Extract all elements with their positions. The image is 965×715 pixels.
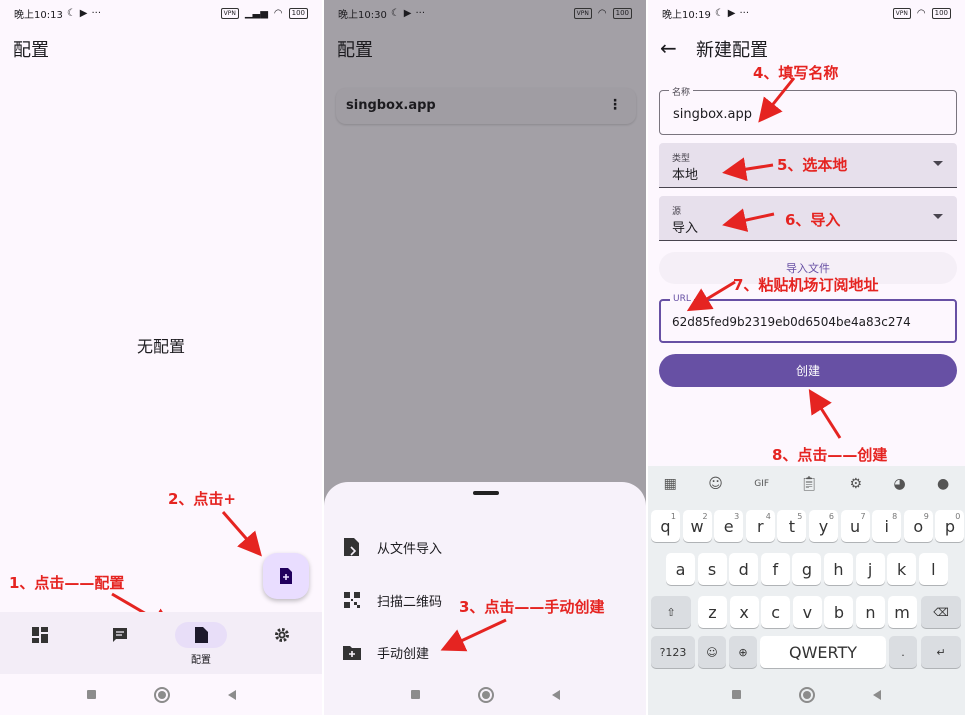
file-add-icon [280,568,292,584]
annotation-arrows [111,511,262,632]
system-navigation [0,674,322,715]
nav-profiles-label: 配置 [191,655,211,666]
home-button[interactable] [799,686,815,703]
arrow-to-source [722,208,775,232]
annotation-arrows [440,618,507,652]
home-button[interactable] [153,686,170,703]
new-config-screen: 晚上10:19 ☾ ▶ ··· VPN ◠ 100 ← 新建配置 名称 sing… [648,0,965,715]
recents-button[interactable] [732,690,741,699]
add-profile-fab[interactable] [263,553,309,599]
nav-settings[interactable] [255,622,309,666]
dashboard-icon [32,627,48,643]
nav-dashboard[interactable] [13,622,67,666]
bottom-navigation: 配置 [0,612,322,674]
annotation-arrows [686,77,842,439]
arrow-to-name [758,77,796,123]
arrow-to-manual-create [440,618,507,652]
config-screen-empty: 晚上10:13 ☾ ▶ ··· VPN ▁▃▅ ◠ 100 配置 无配置 2、点… [0,0,322,715]
arrow-to-url [686,280,736,312]
file-icon [194,627,208,643]
message-icon [113,628,127,642]
arrow-to-fab [221,511,262,557]
arrow-to-type [722,157,774,182]
system-navigation [648,674,965,715]
nav-log[interactable] [93,622,147,666]
back-button[interactable] [873,689,881,700]
config-screen-sheet: 晚上10:30 ☾ ▶ ··· VPN ◠ 100 配置 singbox.app… [324,0,646,715]
arrow-to-create [808,388,842,439]
back-button[interactable] [227,689,236,700]
gear-icon [275,628,289,642]
nav-profiles[interactable]: 配置 [174,622,228,666]
recents-button[interactable] [86,690,96,699]
